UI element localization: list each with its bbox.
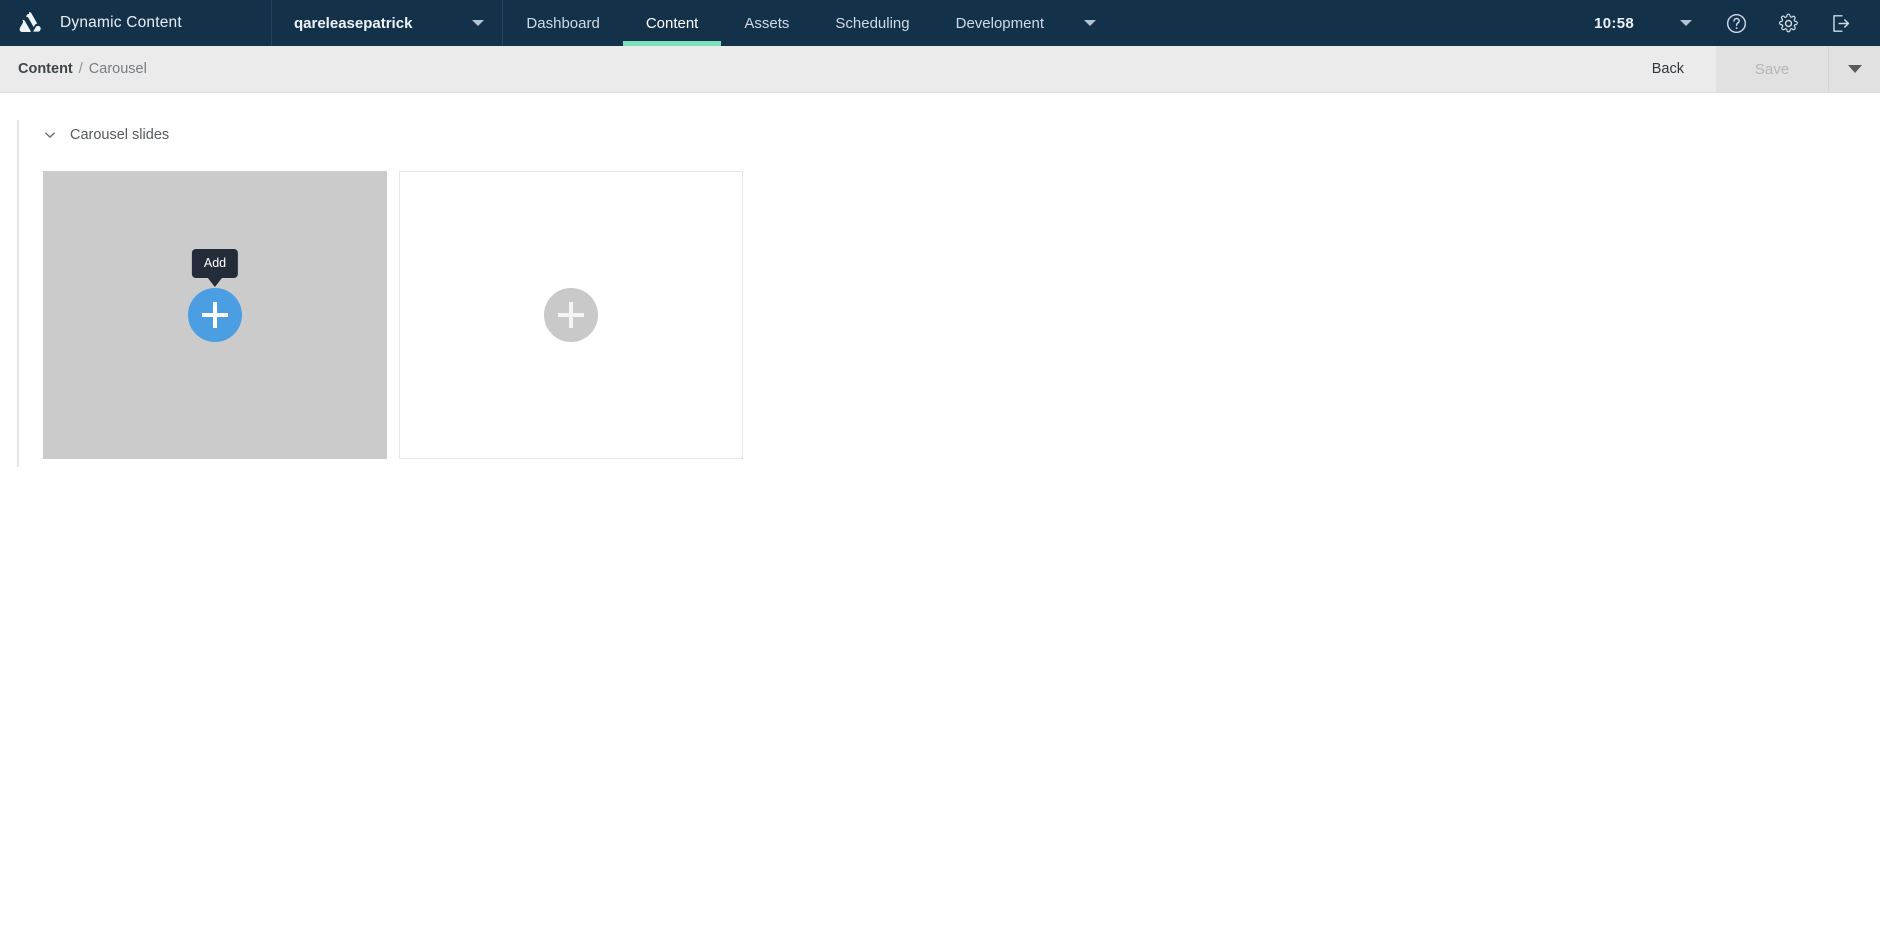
- save-button[interactable]: Save: [1716, 46, 1828, 92]
- tab-development-label: Development: [955, 14, 1044, 32]
- breadcrumb-leaf: Carousel: [88, 61, 147, 77]
- gear-icon: [1777, 12, 1800, 35]
- tab-assets[interactable]: Assets: [721, 0, 812, 46]
- top-navigation-bar: Dynamic Content qareleasepatrick Dashboa…: [0, 0, 1880, 46]
- back-button-label: Back: [1651, 61, 1684, 77]
- tab-scheduling[interactable]: Scheduling: [812, 0, 932, 46]
- plus-icon: [202, 302, 228, 328]
- clock-display: 10:58: [1594, 14, 1634, 32]
- chevron-down-icon: [43, 128, 57, 142]
- plus-icon: [558, 302, 584, 328]
- tab-assets-label: Assets: [744, 14, 790, 32]
- brand-area[interactable]: Dynamic Content: [0, 0, 272, 46]
- carousel-slides-field-group: Carousel slides Add: [17, 120, 1863, 467]
- save-options-button[interactable]: [1828, 46, 1880, 92]
- chevron-down-icon: [472, 20, 485, 26]
- chevron-down-icon: [1680, 20, 1692, 26]
- carousel-slides-group-header[interactable]: Carousel slides: [43, 120, 1863, 150]
- back-button[interactable]: Back: [1626, 61, 1710, 77]
- save-button-label: Save: [1754, 60, 1790, 78]
- add-slide-button-2[interactable]: [544, 288, 598, 342]
- help-button[interactable]: [1710, 0, 1762, 46]
- carousel-slides-list: Add: [43, 171, 1863, 459]
- content-form-area: Carousel slides Add: [0, 93, 1880, 925]
- settings-button[interactable]: [1762, 0, 1814, 46]
- tab-development[interactable]: Development: [933, 0, 1056, 46]
- slide-card-1[interactable]: Add: [43, 171, 387, 459]
- carousel-slides-group-title: Carousel slides: [70, 127, 170, 143]
- save-button-group: Save: [1710, 46, 1880, 92]
- nav-more-button[interactable]: [1056, 0, 1118, 46]
- breadcrumb-separator: /: [78, 61, 83, 77]
- question-circle-icon: [1725, 12, 1748, 35]
- tab-scheduling-label: Scheduling: [835, 14, 910, 32]
- add-tooltip-label: Add: [203, 255, 227, 270]
- chevron-down-icon: [1847, 65, 1862, 73]
- account-switcher[interactable]: qareleasepatrick: [272, 0, 504, 46]
- logout-button[interactable]: [1814, 0, 1866, 46]
- slide-card-2[interactable]: [399, 171, 743, 459]
- breadcrumb: Content / Carousel: [18, 61, 147, 77]
- add-tooltip: Add: [191, 248, 239, 278]
- tab-dashboard[interactable]: Dashboard: [503, 0, 622, 46]
- product-title: Dynamic Content: [60, 14, 182, 31]
- add-slide-button-1[interactable]: Add: [188, 248, 242, 342]
- chevron-down-icon: [1084, 20, 1096, 26]
- tab-dashboard-label: Dashboard: [526, 14, 600, 32]
- action-bar-buttons: Back Save: [1626, 46, 1880, 92]
- primary-nav-tabs: Dashboard Content Assets Scheduling Deve…: [503, 0, 1118, 46]
- timezone-dropdown-button[interactable]: [1634, 20, 1710, 26]
- tab-content[interactable]: Content: [622, 0, 722, 46]
- breadcrumb-root[interactable]: Content: [18, 61, 73, 77]
- action-bar: Content / Carousel Back Save: [0, 46, 1880, 93]
- sign-out-icon: [1829, 12, 1852, 35]
- amplience-logo-icon: [14, 8, 44, 38]
- account-name: qareleasepatrick: [294, 14, 413, 32]
- tab-content-label: Content: [645, 14, 699, 32]
- top-bar-utilities: 10:58: [1594, 0, 1880, 46]
